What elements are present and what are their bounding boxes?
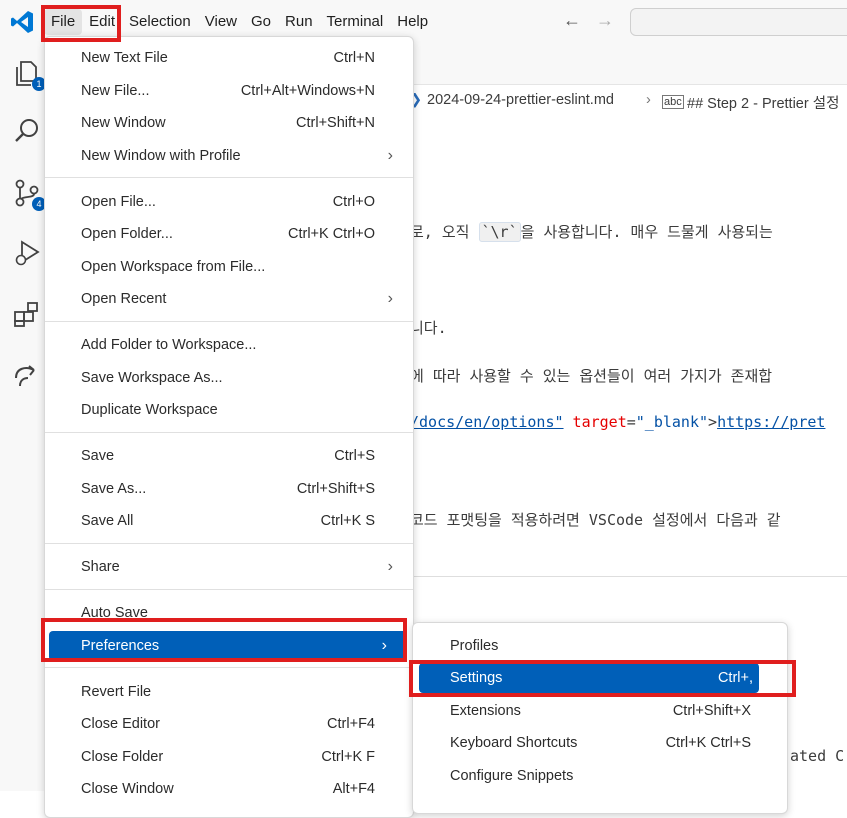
menu-run[interactable]: Run [278, 9, 320, 35]
chevron-right-icon: › [387, 147, 393, 164]
menu-separator [45, 589, 413, 590]
preferences-submenu: Profiles Settings Ctrl+, Extensions Ctrl+S… [412, 622, 788, 814]
menu-item-share[interactable]: Share › [45, 552, 413, 582]
menu-item-duplicate-workspace[interactable]: Duplicate Workspace [45, 395, 413, 425]
chevron-right-icon: › [387, 290, 393, 307]
docs-link-2: https://pret [717, 413, 826, 431]
breadcrumb-file[interactable]: 2024-09-24-prettier-eslint.md [427, 92, 614, 108]
editor-line-4: /docs/en/options" target="_blank">https:… [410, 413, 826, 431]
symbol-string-icon: abc [662, 95, 684, 109]
menu-item-save[interactable]: Save Ctrl+S [45, 441, 413, 471]
submenu-item-profiles[interactable]: Profiles [413, 631, 787, 661]
vscode-logo-icon[interactable] [8, 8, 36, 36]
editor-line-5: 코드 포맷팅을 적용하려면 VSCode 설정에서 다음과 같 [410, 511, 781, 529]
command-center-search[interactable] [630, 8, 847, 36]
extensions-icon[interactable] [12, 300, 42, 330]
inline-code: `\r` [478, 222, 521, 242]
docs-link: /docs/en/options" [410, 413, 564, 431]
editor-line-3: 에 따라 사용할 수 있는 옵션들이 여러 가지가 존재합 [410, 367, 773, 385]
menu-item-open-recent[interactable]: Open Recent › [45, 284, 413, 314]
menu-item-new-text-file[interactable]: New Text File Ctrl+N [45, 43, 413, 73]
menu-item-new-window-with-profile[interactable]: New Window with Profile › [45, 141, 413, 171]
menu-selection[interactable]: Selection [122, 9, 198, 35]
menu-item-revert-file[interactable]: Revert File [45, 677, 413, 707]
horizontal-rule [410, 576, 847, 577]
submenu-item-extensions[interactable]: Extensions Ctrl+Shift+X [413, 696, 787, 726]
menu-separator [45, 177, 413, 178]
menu-help[interactable]: Help [390, 9, 435, 35]
editor-line-1: 로, 오직 `\r` 을 사용합니다. 매우 드물게 사용되는 [410, 222, 773, 242]
editor-line-2: 니다. [410, 319, 447, 337]
menu-go[interactable]: Go [244, 9, 278, 35]
menu-item-add-folder[interactable]: Add Folder to Workspace... [45, 330, 413, 360]
remote-icon[interactable] [12, 360, 42, 390]
highlight-file-menu [41, 5, 121, 42]
editor-line-6: ated C [790, 747, 845, 765]
menu-separator [45, 321, 413, 322]
search-icon[interactable] [12, 116, 42, 146]
menu-separator [45, 667, 413, 668]
menu-item-new-window[interactable]: New Window Ctrl+Shift+N [45, 108, 413, 138]
highlight-settings [409, 660, 796, 697]
submenu-item-keyboard-shortcuts[interactable]: Keyboard Shortcuts Ctrl+K Ctrl+S [413, 728, 787, 758]
menu-item-new-file[interactable]: New File... Ctrl+Alt+Windows+N [45, 76, 413, 106]
menu-view[interactable]: View [198, 9, 244, 35]
menu-item-open-workspace[interactable]: Open Workspace from File... [45, 252, 413, 282]
menu-item-save-as[interactable]: Save As... Ctrl+Shift+S [45, 474, 413, 504]
menu-item-close-editor[interactable]: Close Editor Ctrl+F4 [45, 709, 413, 739]
menu-item-close-window[interactable]: Close Window Alt+F4 [45, 774, 413, 804]
menu-item-open-file[interactable]: Open File... Ctrl+O [45, 187, 413, 217]
submenu-item-configure-snippets[interactable]: Configure Snippets [413, 761, 787, 791]
menu-item-save-workspace-as[interactable]: Save Workspace As... [45, 363, 413, 393]
menu-item-open-folder[interactable]: Open Folder... Ctrl+K Ctrl+O [45, 219, 413, 249]
highlight-preferences [41, 618, 407, 662]
menu-item-save-all[interactable]: Save All Ctrl+K S [45, 506, 413, 536]
activity-bar: 1 4 [0, 44, 49, 791]
chevron-right-icon: › [387, 558, 393, 575]
breadcrumb-separator-icon: › [646, 92, 651, 108]
menu-item-close-folder[interactable]: Close Folder Ctrl+K F [45, 742, 413, 772]
run-debug-icon[interactable] [12, 238, 42, 268]
forward-arrow-icon[interactable]: → [596, 10, 614, 31]
file-menu: New Text File Ctrl+N New File... Ctrl+Alt+… [44, 36, 414, 818]
breadcrumb-section[interactable]: ## Step 2 - Prettier 설정 [687, 92, 839, 113]
menu-terminal[interactable]: Terminal [320, 9, 391, 35]
menu-separator [45, 543, 413, 544]
menu-separator [45, 432, 413, 433]
back-arrow-icon[interactable]: ← [563, 10, 581, 31]
